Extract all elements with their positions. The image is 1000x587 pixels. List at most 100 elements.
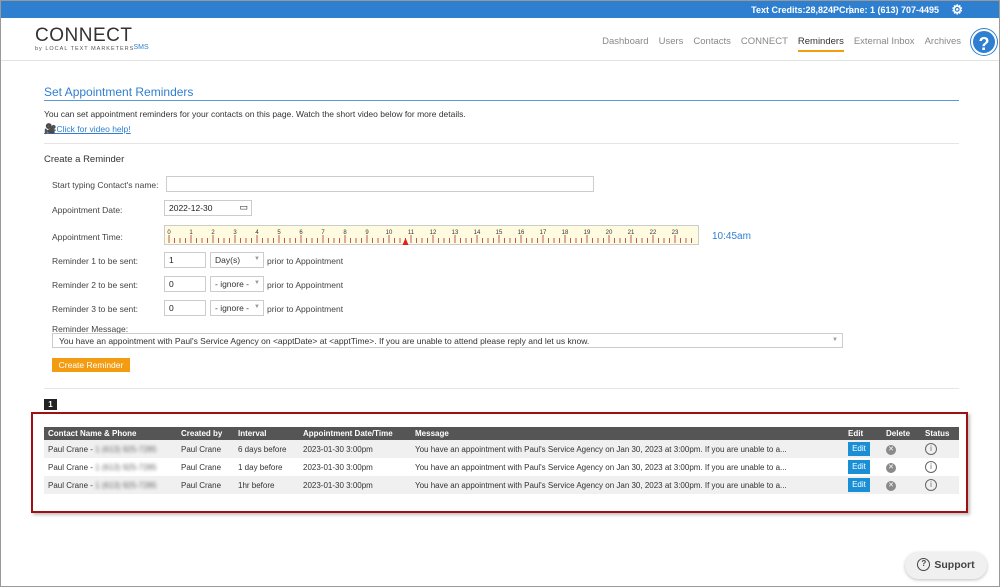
nav-connect[interactable]: CONNECT [741, 36, 788, 52]
calendar-icon[interactable]: ▭ [239, 202, 248, 213]
message-cell: You have an appointment with Paul's Serv… [411, 476, 844, 494]
ruler-hour-label: 15 [496, 230, 503, 236]
time-value: 10:45am [712, 231, 751, 242]
reminders-table: Contact Name & Phone Created by Interval… [44, 427, 959, 494]
delete-icon[interactable]: ✕ [886, 444, 896, 455]
reminder-2-value[interactable]: 0 [164, 276, 206, 292]
main-nav: Dashboard Users Contacts CONNECT Reminde… [602, 36, 961, 52]
reminder-2-unit-select[interactable]: - ignore - ▼ [210, 276, 264, 292]
reminder-2-label: Reminder 2 to be sent: [52, 280, 138, 290]
support-label: Support [934, 559, 975, 571]
ruler-hour-label: 11 [408, 230, 415, 236]
nav-contacts[interactable]: Contacts [693, 36, 731, 52]
reminder-3-label: Reminder 3 to be sent: [52, 304, 138, 314]
delete-icon[interactable]: ✕ [886, 480, 896, 491]
delete-cell: ✕ [882, 440, 921, 458]
time-slider[interactable]: 0 1 2 3 4 5 6 7 8 9 10 11 12 13 14 15 16 17 18 19 20 21 22 23 [164, 225, 699, 245]
ruler-hour-label: 21 [628, 230, 635, 236]
edit-button[interactable]: Edit [848, 460, 870, 474]
ruler-hour-label: 6 [299, 230, 303, 236]
nav-dashboard[interactable]: Dashboard [602, 36, 648, 52]
contact-phone: 1 (613) 925-7285 [95, 462, 157, 472]
info-icon[interactable]: i [925, 461, 937, 473]
reminder-2-unit: - ignore - [215, 279, 250, 289]
contact-cell: Paul Crane - 1 (613) 925-7285 [44, 458, 177, 476]
account-phone[interactable]: PCrane: 1 (613) 707-4495 [833, 5, 939, 15]
video-help-label: Click for video help! [56, 124, 131, 134]
info-icon[interactable]: i [925, 479, 937, 491]
section-divider [44, 143, 959, 144]
edit-button[interactable]: Edit [848, 478, 870, 492]
top-bar: Text Credits:28,824 | PCrane: 1 (613) 70… [1, 1, 999, 18]
edit-cell: Edit [844, 476, 882, 494]
reminder-3-unit-select[interactable]: - ignore - ▼ [210, 300, 264, 316]
support-button[interactable]: ? Support [905, 552, 987, 579]
date-value: 2022-12-30 [169, 203, 213, 213]
reminder-message-select[interactable]: You have an appointment with Paul's Serv… [52, 333, 843, 348]
interval-cell: 1 day before [234, 458, 299, 476]
nav-reminders[interactable]: Reminders [797, 36, 844, 52]
col-message[interactable]: Message [411, 427, 844, 440]
col-created-by[interactable]: Created by [177, 427, 234, 440]
message-cell: You have an appointment with Paul's Serv… [411, 458, 844, 476]
contact-label: Start typing Contact's name: [52, 180, 159, 190]
intro-text: You can set appointment reminders for yo… [44, 109, 466, 119]
ruler-hour-label: 13 [452, 230, 459, 236]
status-cell: i [921, 476, 959, 494]
chevron-down-icon: ▼ [254, 304, 260, 310]
text-credits: Text Credits:28,824 [751, 5, 833, 15]
help-icon[interactable]: ? [971, 29, 997, 55]
pagination-page-1[interactable]: 1 [44, 399, 57, 410]
ruler-hour-label: 23 [672, 230, 679, 236]
ruler-hour-label: 2 [211, 230, 215, 236]
status-cell: i [921, 458, 959, 476]
ruler-hour-label: 12 [430, 230, 437, 236]
chevron-down-icon: ▼ [254, 256, 260, 262]
ruler-hour-label: 7 [321, 230, 325, 236]
time-ruler: 0 1 2 3 4 5 6 7 8 9 10 11 12 13 14 15 16 17 18 19 20 21 22 23 [167, 230, 692, 245]
nav-archives[interactable]: Archives [925, 36, 961, 52]
gear-icon[interactable]: ⚙ [951, 2, 963, 18]
logo-sms: SMS [133, 44, 149, 51]
appointment-cell: 2023-01-30 3:00pm [299, 476, 411, 494]
appointment-date-input[interactable]: 2022-12-30 ▭ [164, 200, 252, 216]
delete-icon[interactable]: ✕ [886, 462, 896, 473]
table-row: Paul Crane - 1 (613) 925-7285 Paul Crane… [44, 458, 959, 476]
ruler-hour-label: 8 [343, 230, 347, 236]
ruler-hour-label: 20 [606, 230, 613, 236]
col-contact[interactable]: Contact Name & Phone [44, 427, 177, 440]
contact-cell: Paul Crane - 1 (613) 925-7285 [44, 440, 177, 458]
col-interval[interactable]: Interval [234, 427, 299, 440]
section-divider [44, 388, 959, 389]
contact-name-input[interactable] [166, 176, 594, 192]
appointment-cell: 2023-01-30 3:00pm [299, 458, 411, 476]
col-delete: Delete [882, 427, 921, 440]
create-reminder-button[interactable]: Create Reminder [52, 358, 130, 372]
contact-cell: Paul Crane - 1 (613) 925-7285 [44, 476, 177, 494]
ruler-hour-label: 19 [584, 230, 591, 236]
logo[interactable]: CONNECTSMS by LOCAL TEXT MARKETERS [35, 25, 149, 52]
title-divider [44, 100, 959, 101]
nav-external-inbox[interactable]: External Inbox [854, 36, 915, 52]
time-marker[interactable] [402, 238, 409, 245]
delete-cell: ✕ [882, 476, 921, 494]
table-row: Paul Crane - 1 (613) 925-7285 Paul Crane… [44, 440, 959, 458]
chevron-down-icon: ▼ [254, 280, 260, 286]
video-help-link[interactable]: 🎥Click for video help! [44, 124, 131, 135]
reminder-1-unit-select[interactable]: Day(s) ▼ [210, 252, 264, 268]
reminder-3-value[interactable]: 0 [164, 300, 206, 316]
col-edit: Edit [844, 427, 882, 440]
interval-cell: 1hr before [234, 476, 299, 494]
ruler-hour-label: 14 [474, 230, 481, 236]
col-appointment[interactable]: Appointment Date/Time [299, 427, 411, 440]
ruler-hour-label: 22 [650, 230, 657, 236]
ruler-hour-label: 18 [562, 230, 569, 236]
created-by-cell: Paul Crane [177, 440, 234, 458]
contact-name: Paul Crane - [48, 462, 93, 472]
edit-button[interactable]: Edit [848, 442, 870, 456]
nav-users[interactable]: Users [659, 36, 684, 52]
reminder-1-value[interactable]: 1 [164, 252, 206, 268]
info-icon[interactable]: i [925, 443, 937, 455]
col-status: Status [921, 427, 959, 440]
message-cell: You have an appointment with Paul's Serv… [411, 440, 844, 458]
